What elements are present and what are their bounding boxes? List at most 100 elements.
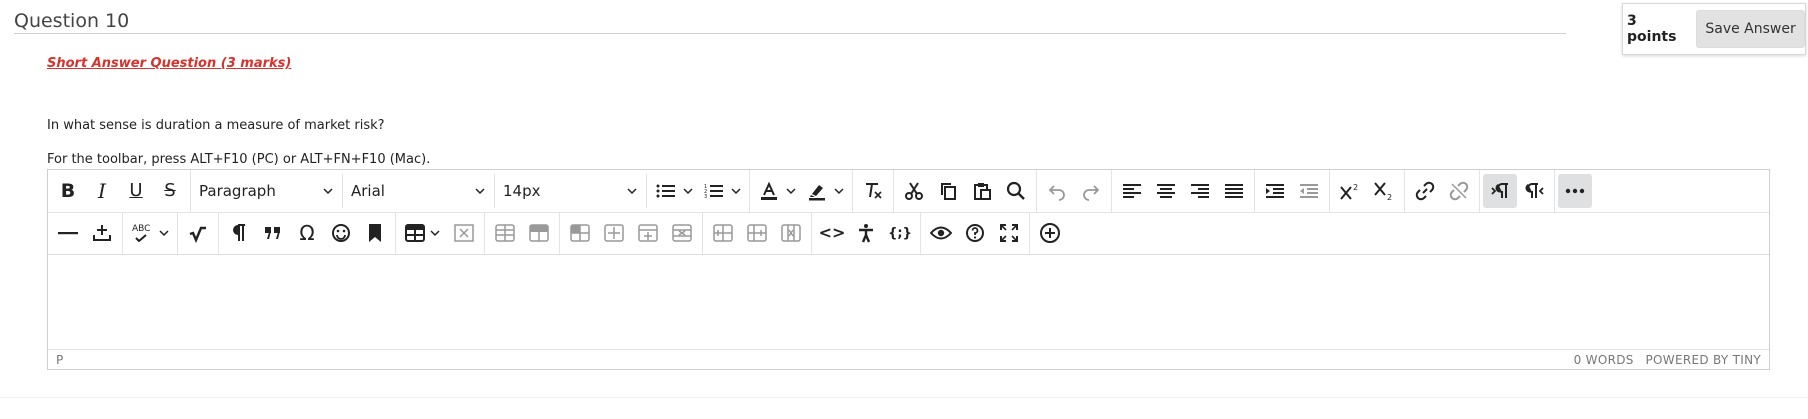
question-title: Question 10	[14, 10, 130, 32]
help-button[interactable]	[958, 216, 992, 250]
insert-column-before-button[interactable]	[706, 216, 740, 250]
chevron-down-icon	[731, 188, 741, 195]
italic-icon: I	[98, 179, 106, 203]
insert-row-before-button[interactable]	[597, 216, 631, 250]
direction-group	[1480, 170, 1555, 212]
spellcheck-button[interactable]: ABC	[126, 216, 174, 250]
delete-column-icon	[781, 224, 801, 242]
indent-icon	[1266, 184, 1284, 198]
insert-link-button[interactable]	[1408, 174, 1442, 208]
italic-button[interactable]: I	[85, 174, 119, 208]
text-color-button[interactable]	[753, 174, 801, 208]
ltr-button[interactable]	[1483, 174, 1517, 208]
rich-text-editor: B I U S Paragraph Arial 14px 123 2 2 ABC…	[47, 169, 1770, 370]
font-size-select[interactable]: 14px	[495, 174, 647, 208]
horizontal-line-button[interactable]	[51, 216, 85, 250]
equation-button[interactable]	[181, 216, 215, 250]
copy-icon	[941, 183, 956, 200]
spellcheck-label: ABC	[132, 224, 151, 234]
chevron-down-icon	[323, 188, 333, 195]
bookmark-button[interactable]	[358, 216, 392, 250]
table-cell-props-button[interactable]	[522, 216, 556, 250]
bold-button[interactable]: B	[51, 174, 85, 208]
block-format-value: Paragraph	[199, 182, 276, 200]
underline-button[interactable]: U	[119, 174, 153, 208]
list-group: 123	[647, 170, 750, 212]
toolbar-row-2: ABC Ω <> {;}	[48, 212, 1769, 255]
view-group	[921, 212, 1030, 254]
save-answer-button[interactable]: Save Answer	[1696, 10, 1805, 48]
show-paragraphs-button[interactable]	[222, 216, 256, 250]
source-code-icon: {;}	[888, 225, 912, 241]
chevron-down-icon	[834, 188, 844, 195]
remove-link-button[interactable]	[1442, 174, 1476, 208]
spellcheck-icon: ABC	[132, 224, 150, 242]
chevron-down-icon	[475, 188, 485, 195]
insert-row-after-icon	[638, 224, 658, 242]
superscript-button[interactable]: 2	[1333, 174, 1367, 208]
insert-column-after-button[interactable]	[740, 216, 774, 250]
chevron-down-icon	[159, 230, 169, 237]
delete-column-button[interactable]	[774, 216, 808, 250]
bullet-list-icon	[656, 184, 675, 198]
tools-group: <> {;}	[812, 212, 921, 254]
characters-group: Ω	[219, 212, 396, 254]
editor-content-area[interactable]	[48, 255, 1769, 349]
copy-button[interactable]	[931, 174, 965, 208]
insert-content-button[interactable]	[85, 216, 119, 250]
undo-button[interactable]	[1040, 174, 1074, 208]
rtl-button[interactable]	[1517, 174, 1551, 208]
question-title-rule	[14, 33, 1566, 34]
table-cell-group	[560, 212, 703, 254]
align-right-icon	[1191, 184, 1209, 198]
indent-button[interactable]	[1258, 174, 1292, 208]
accessibility-button[interactable]	[849, 216, 883, 250]
powered-by-link[interactable]: POWERED BY TINY	[1646, 353, 1762, 367]
add-content-button[interactable]	[1033, 216, 1067, 250]
paste-icon	[974, 183, 991, 200]
emoji-icon	[332, 224, 350, 242]
align-center-button[interactable]	[1149, 174, 1183, 208]
block-format-select[interactable]: Paragraph	[191, 174, 343, 208]
text-color-icon	[761, 181, 777, 200]
font-family-select[interactable]: Arial	[343, 174, 495, 208]
cut-button[interactable]	[897, 174, 931, 208]
delete-row-button[interactable]	[665, 216, 699, 250]
strikethrough-button[interactable]: S	[153, 174, 187, 208]
table-props-group	[485, 212, 560, 254]
bullet-list-button[interactable]	[650, 174, 698, 208]
special-character-button[interactable]: Ω	[290, 216, 324, 250]
insert-row-after-button[interactable]	[631, 216, 665, 250]
history-group	[1037, 170, 1112, 212]
element-path[interactable]: P	[56, 353, 63, 367]
align-left-icon	[1123, 184, 1141, 198]
blockquote-button[interactable]	[256, 216, 290, 250]
fullscreen-button[interactable]	[992, 216, 1026, 250]
insert-icon	[93, 225, 111, 241]
clear-formatting-button[interactable]	[856, 174, 890, 208]
word-count[interactable]: 0 WORDS	[1574, 353, 1634, 367]
align-left-button[interactable]	[1115, 174, 1149, 208]
delete-table-icon	[454, 224, 474, 242]
preview-button[interactable]	[924, 216, 958, 250]
delete-table-button[interactable]	[447, 216, 481, 250]
outdent-button[interactable]	[1292, 174, 1326, 208]
highlight-color-button[interactable]	[801, 174, 849, 208]
justify-button[interactable]	[1217, 174, 1251, 208]
toolbar-row-1: B I U S Paragraph Arial 14px 123 2 2	[48, 170, 1769, 213]
strikethrough-icon: S	[164, 180, 176, 201]
merge-cells-button[interactable]	[563, 216, 597, 250]
more-options-button[interactable]	[1558, 174, 1592, 208]
code-button[interactable]: <>	[815, 216, 849, 250]
emoticons-button[interactable]	[324, 216, 358, 250]
table-row-props-button[interactable]	[488, 216, 522, 250]
subscript-button[interactable]: 2	[1367, 174, 1401, 208]
redo-icon	[1083, 185, 1100, 201]
paste-button[interactable]	[965, 174, 999, 208]
redo-button[interactable]	[1074, 174, 1108, 208]
source-code-button[interactable]: {;}	[883, 216, 917, 250]
table-button[interactable]	[399, 216, 447, 250]
align-right-button[interactable]	[1183, 174, 1217, 208]
numbered-list-button[interactable]: 123	[698, 174, 746, 208]
find-replace-button[interactable]	[999, 174, 1033, 208]
